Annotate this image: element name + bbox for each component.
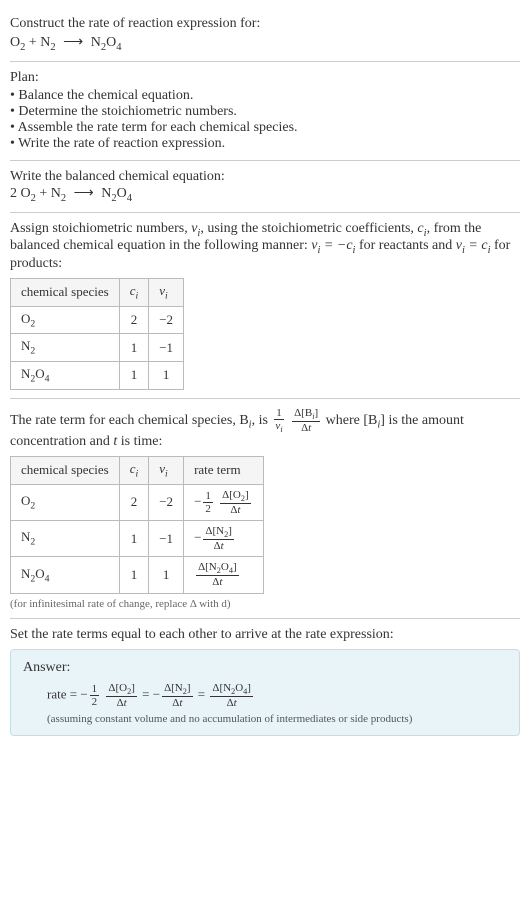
text: , using the stoichiometric coefficients, [200,221,417,236]
text: where [B [326,412,378,427]
answer-equation: rate = −12 Δ[O2]Δt = −Δ[N2]Δt = Δ[N2O4]Δ… [47,682,507,709]
species-cell: N2 [11,334,120,362]
unbalanced-equation: O2 + N2 ⟶ N2O4 [10,34,520,53]
plan-item: Determine the stoichiometric numbers. [10,104,520,120]
balanced-title: Write the balanced chemical equation: [10,169,520,185]
plan-item: Assemble the rate term for each chemical… [10,120,520,136]
nu-cell: −1 [149,334,184,362]
answer-box: Answer: rate = −12 Δ[O2]Δt = −Δ[N2]Δt = … [10,649,520,736]
stoich-section: Assign stoichiometric numbers, νi, using… [10,213,520,399]
col-nui: νi [149,456,184,484]
rateterm-table: chemical species ci νi rate term O2 2 −2… [10,456,264,594]
stoich-table: chemical species ci νi O2 2 −2 N2 1 −1 N… [10,278,184,389]
table-row: O2 2 −2 −12 Δ[O2]Δt [11,484,264,520]
nu-cell: −2 [149,306,184,334]
balanced-reactants: 2 O2 + N2 [10,186,66,201]
c-cell: 1 [119,557,149,593]
relation: νi = ci [456,238,491,253]
plan-section: Plan: Balance the chemical equation. Det… [10,62,520,161]
table-row: N2O4 1 1 Δ[N2O4]Δt [11,557,264,593]
rateterm-intro: The rate term for each chemical species,… [10,407,520,450]
balanced-equation: 2 O2 + N2 ⟶ N2O4 [10,185,520,204]
c-symbol: ci [417,221,426,236]
balanced-section: Write the balanced chemical equation: 2 … [10,161,520,213]
text: Assign stoichiometric numbers, [10,221,191,236]
table-row: O2 2 −2 [11,306,184,334]
col-ci: ci [119,456,149,484]
product-n2o4: N2O4 [91,35,122,50]
plan-title: Plan: [10,70,520,86]
final-title: Set the rate terms equal to each other t… [10,627,520,643]
reaction-arrow: ⟶ [63,34,83,51]
col-rateterm: rate term [184,456,264,484]
c-cell: 1 [119,334,149,362]
rate-label: rate = [47,686,80,701]
reactant-o2: O2 [10,35,25,50]
plan-item: Balance the chemical equation. [10,88,520,104]
answer-label: Answer: [23,660,507,676]
rateterm-cell: −12 Δ[O2]Δt [184,484,264,520]
plan-list: Balance the chemical equation. Determine… [10,88,520,152]
text: The rate term for each chemical species,… [10,412,249,427]
rateterm-cell: Δ[N2O4]Δt [184,557,264,593]
table-header-row: chemical species ci νi rate term [11,456,264,484]
species-cell: O2 [11,484,120,520]
balanced-product: N2O4 [101,186,132,201]
one-over-nu: 1νi [273,407,284,434]
c-cell: 1 [119,361,149,389]
text: for reactants and [355,238,455,253]
nu-cell: −2 [149,484,184,520]
prompt-text: Construct the rate of reaction expressio… [10,16,520,32]
table-row: N2 1 −1 [11,334,184,362]
dbi-dt: Δ[Bi]Δt [292,407,320,434]
species-cell: O2 [11,306,120,334]
text: , is [252,412,272,427]
plus-sign: + N2 [29,35,56,50]
col-nui: νi [149,279,184,307]
c-cell: 2 [119,306,149,334]
text: is time: [117,434,162,449]
plan-item: Write the rate of reaction expression. [10,136,520,152]
table-header-row: chemical species ci νi [11,279,184,307]
table-row: N2O4 1 1 [11,361,184,389]
nu-symbol: νi [191,221,200,236]
table-row: N2 1 −1 −Δ[N2]Δt [11,520,264,556]
species-cell: N2O4 [11,557,120,593]
species-cell: N2O4 [11,361,120,389]
reaction-arrow: ⟶ [74,185,94,202]
final-section: Set the rate terms equal to each other t… [10,619,520,744]
rateterm-footnote: (for infinitesimal rate of change, repla… [10,598,520,610]
rateterm-cell: −Δ[N2]Δt [184,520,264,556]
nu-cell: 1 [149,361,184,389]
col-species: chemical species [11,279,120,307]
col-species: chemical species [11,456,120,484]
nu-cell: 1 [149,557,184,593]
c-cell: 2 [119,484,149,520]
rateterm-section: The rate term for each chemical species,… [10,399,520,619]
stoich-intro: Assign stoichiometric numbers, νi, using… [10,221,520,273]
answer-note: (assuming constant volume and no accumul… [47,713,507,725]
c-cell: 1 [119,520,149,556]
col-ci: ci [119,279,149,307]
prompt-section: Construct the rate of reaction expressio… [10,8,520,62]
species-cell: N2 [11,520,120,556]
relation: νi = −ci [311,238,355,253]
nu-cell: −1 [149,520,184,556]
